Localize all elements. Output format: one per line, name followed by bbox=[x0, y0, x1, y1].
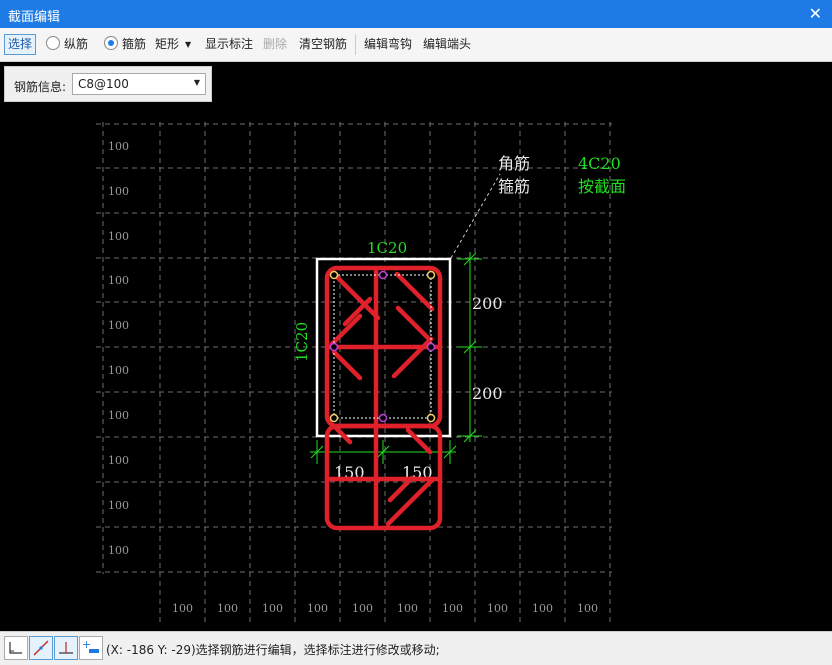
toolbar-divider bbox=[355, 34, 356, 55]
grid-label: 100 bbox=[108, 319, 129, 332]
delete-button[interactable]: 删除 bbox=[263, 35, 287, 54]
chevron-down-icon: ▼ bbox=[193, 78, 200, 87]
stirrup-radio[interactable]: 箍筋 bbox=[104, 35, 146, 54]
grid-label: 100 bbox=[108, 454, 129, 467]
grid-label: 100 bbox=[307, 602, 328, 615]
edit-hook-button[interactable]: 编辑弯钩 bbox=[364, 35, 412, 54]
stirrup-label: 箍筋 bbox=[122, 37, 147, 51]
chevron-down-icon: ▼ bbox=[185, 40, 192, 49]
side-rebar-annotation[interactable]: 1C20 bbox=[293, 322, 311, 362]
toolbar: 选择 纵筋 箍筋 矩形 ▼ 显示标注 删除 清空钢筋 编辑弯钩 编辑端头 bbox=[0, 28, 832, 62]
rebar-info-panel: 钢筋信息: C8@100 ▼ bbox=[4, 66, 212, 102]
grid-label: 100 bbox=[108, 409, 129, 422]
edit-end-button[interactable]: 编辑端头 bbox=[423, 35, 471, 54]
status-bar: + (X: -186 Y: -29)选择钢筋进行编辑，选择标注进行修改或移动; bbox=[0, 631, 832, 665]
title-bar: 截面编辑 ✕ bbox=[0, 0, 832, 28]
drawing-canvas[interactable]: 100 100 100 100 100 100 100 100 100 100 … bbox=[0, 62, 832, 631]
grid-label: 100 bbox=[487, 602, 508, 615]
shape-value: 矩形 bbox=[155, 37, 180, 51]
grid-label: 100 bbox=[442, 602, 463, 615]
legend-values[interactable]: 4C20 按截面 bbox=[578, 154, 626, 196]
grid-label: 100 bbox=[108, 364, 129, 377]
radio-off-icon bbox=[46, 36, 60, 50]
corner-rebar-label: 角筋 bbox=[498, 154, 530, 173]
add-dimension-icon[interactable]: + bbox=[79, 636, 103, 660]
grid-label: 100 bbox=[108, 185, 129, 198]
perpendicular-icon[interactable] bbox=[54, 636, 78, 660]
grid-label: 100 bbox=[397, 602, 418, 615]
grid-label: 100 bbox=[108, 230, 129, 243]
grid-label: 100 bbox=[172, 602, 193, 615]
rebar-info-value: C8@100 bbox=[78, 77, 129, 91]
radio-on-icon bbox=[104, 36, 118, 50]
stirrup-rebar-value: 按截面 bbox=[578, 177, 626, 196]
grid-label: 100 bbox=[577, 602, 598, 615]
grid-label: 100 bbox=[217, 602, 238, 615]
stirrup-drawing[interactable] bbox=[324, 265, 443, 531]
dimension-lines bbox=[310, 252, 482, 464]
grid-label: 100 bbox=[108, 140, 129, 153]
dimension-right-top[interactable]: 200 bbox=[472, 294, 503, 313]
close-icon[interactable]: ✕ bbox=[809, 4, 822, 23]
ortho-mode-icon[interactable] bbox=[4, 636, 28, 660]
snap-line-icon[interactable] bbox=[29, 636, 53, 660]
rebar-info-label: 钢筋信息: bbox=[14, 80, 67, 94]
shape-dropdown[interactable]: 矩形 ▼ bbox=[155, 35, 191, 54]
grid-label: 100 bbox=[108, 544, 129, 557]
grid-label: 100 bbox=[108, 499, 129, 512]
section-drawing[interactable]: 100 100 100 100 100 100 100 100 100 100 … bbox=[0, 62, 832, 631]
dimension-right-bottom[interactable]: 200 bbox=[472, 384, 503, 403]
grid-label: 100 bbox=[352, 602, 373, 615]
clear-rebar-button[interactable]: 清空钢筋 bbox=[299, 35, 347, 54]
grid-label: 100 bbox=[532, 602, 553, 615]
grid-label: 100 bbox=[108, 274, 129, 287]
rebar-info-dropdown[interactable]: C8@100 ▼ bbox=[72, 73, 206, 95]
longitudinal-label: 纵筋 bbox=[64, 37, 89, 51]
legend-labels: 角筋 箍筋 bbox=[498, 154, 530, 196]
grid-labels-left: 100 100 100 100 100 100 100 100 100 100 bbox=[108, 140, 129, 557]
stirrup-rebar-label: 箍筋 bbox=[498, 177, 530, 196]
longitudinal-radio[interactable]: 纵筋 bbox=[46, 35, 88, 54]
top-rebar-annotation[interactable]: 1C20 bbox=[367, 239, 407, 257]
window-title: 截面编辑 bbox=[8, 10, 61, 25]
show-annotation-button[interactable]: 显示标注 bbox=[205, 35, 253, 54]
grid-label: 100 bbox=[262, 602, 283, 615]
status-text: (X: -186 Y: -29)选择钢筋进行编辑，选择标注进行修改或移动; bbox=[106, 643, 440, 657]
select-button[interactable]: 选择 bbox=[4, 34, 37, 55]
corner-rebar-value: 4C20 bbox=[578, 154, 621, 173]
